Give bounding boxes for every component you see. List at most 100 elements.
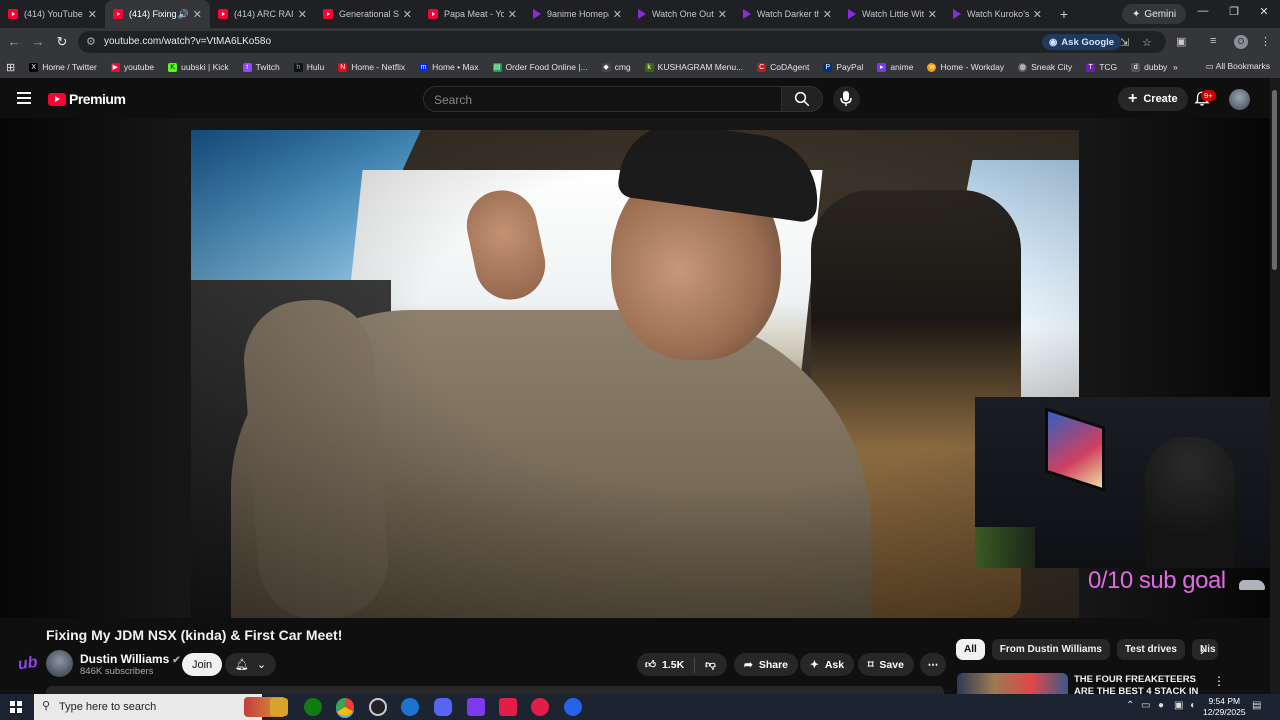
bookmark-max[interactable]: m Home • Max	[419, 62, 479, 72]
media-controls-icon[interactable]: ≡	[1210, 35, 1216, 47]
ask-google-button[interactable]: ◉ Ask Google	[1042, 34, 1122, 50]
ask-button[interactable]: ✦ Ask	[800, 653, 855, 676]
battle-net-icon[interactable]	[401, 698, 419, 716]
browser-tab[interactable]: Watch Darker th ✕	[735, 0, 840, 28]
browser-tab[interactable]: Watch Little Wit ✕	[840, 0, 945, 28]
bookmark-hulu[interactable]: h Hulu	[293, 62, 324, 72]
windows-start-icon[interactable]	[10, 701, 22, 713]
chip-all[interactable]: All	[956, 639, 985, 660]
url-text[interactable]: youtube.com/watch?v=VtMA6LKo58o	[104, 36, 271, 47]
close-tab-icon[interactable]: ✕	[613, 8, 622, 21]
close-tab-icon[interactable]: ✕	[298, 8, 307, 21]
bookmark-codagent[interactable]: C CoDAgent	[757, 62, 809, 72]
gemini-button[interactable]: ✦ Gemini	[1122, 4, 1187, 24]
bookmark-netflix[interactable]: N Home - Netflix	[338, 62, 405, 72]
taskbar-clock[interactable]: 9:54 PM 12/29/2025	[1203, 696, 1246, 718]
install-app-icon[interactable]: ⇲	[1120, 36, 1129, 49]
browser-tab[interactable]: (414) YouTube ✕	[0, 0, 105, 28]
tray-app-icon[interactable]: ▭	[1141, 700, 1150, 711]
join-button[interactable]: Join	[182, 653, 223, 676]
riot-icon[interactable]	[499, 698, 517, 716]
notifications-icon[interactable]: ▤	[1252, 700, 1261, 711]
close-tab-icon[interactable]: ✕	[718, 8, 727, 21]
like-button[interactable]: 👍︎ 1.5K	[637, 658, 684, 672]
chrome-icon[interactable]	[336, 698, 354, 716]
channel-avatar[interactable]	[46, 650, 73, 677]
discord-icon[interactable]	[434, 698, 452, 716]
close-tab-icon[interactable]: ✕	[508, 8, 517, 21]
recommendation-title[interactable]: THE FOUR FREAKETEERS ARE THE BEST 4 STAC…	[1074, 674, 1204, 694]
search-button[interactable]	[781, 86, 823, 112]
bookmark-twitter[interactable]: X Home / Twitter	[29, 62, 97, 72]
speaker-icon[interactable]: 🔊	[178, 9, 189, 20]
close-window-icon[interactable]: ✕	[1254, 5, 1274, 18]
voice-search-button[interactable]	[833, 86, 860, 112]
chrome-menu-icon[interactable]: ⋮	[1260, 35, 1271, 48]
xbox-icon[interactable]	[304, 698, 322, 716]
reload-icon[interactable]: ↻	[54, 34, 70, 50]
video-player[interactable]: 0/10 sub goal	[0, 118, 1270, 618]
chevron-right-icon[interactable]: ›	[1200, 642, 1205, 658]
close-tab-icon[interactable]: ✕	[88, 8, 97, 21]
app-icon[interactable]	[564, 698, 582, 716]
close-tab-icon[interactable]: ✕	[403, 8, 412, 21]
bookmark-workday[interactable]: w Home - Workday	[927, 62, 1004, 72]
taskbar-search-input[interactable]: ⚲ Type here to search	[34, 694, 286, 720]
new-tab-button[interactable]: +	[1050, 0, 1078, 28]
save-button[interactable]: ⌑ Save	[858, 653, 914, 676]
account-avatar[interactable]	[1229, 89, 1250, 110]
close-tab-icon[interactable]: ✕	[1033, 8, 1042, 21]
browser-tab-active[interactable]: (414) Fixing My JDM NSX🔊✕	[105, 0, 210, 28]
browser-tab[interactable]: Papa Meat - You✕	[420, 0, 525, 28]
more-actions-button[interactable]: ⋯	[920, 653, 946, 676]
bookmark-food[interactable]: ▤ Order Food Online |...	[492, 62, 588, 72]
scrollbar-thumb[interactable]	[1272, 90, 1277, 270]
bookmark-paypal[interactable]: P PayPal	[823, 62, 863, 72]
address-bar[interactable]: ⚙ youtube.com/watch?v=VtMA6LKo58o ◉ Ask G…	[78, 31, 1166, 53]
bookmark-anime[interactable]: ▸ anime	[877, 62, 913, 72]
chip-from-channel[interactable]: From Dustin Williams	[991, 639, 1110, 660]
bookmark-kushagram[interactable]: k KUSHAGRAM Menu...	[644, 62, 743, 72]
forward-icon[interactable]: →	[30, 34, 46, 50]
chip-partial[interactable]: Nis	[1192, 639, 1218, 660]
browser-tab[interactable]: (414) ARC RAIDERS✕	[210, 0, 315, 28]
side-panel-icon[interactable]: ▣	[1176, 35, 1186, 48]
recommendation-thumbnail[interactable]	[957, 673, 1068, 694]
bookmark-cmg[interactable]: ◆ cmg	[601, 62, 631, 72]
chip-test-drives[interactable]: Test drives	[1116, 639, 1185, 660]
gamepad-icon[interactable]	[467, 698, 485, 716]
bookmark-dubby[interactable]: d dubby	[1131, 62, 1167, 72]
back-icon[interactable]: ←	[6, 34, 22, 50]
dislike-button[interactable]: 👎︎	[705, 658, 716, 671]
bookmark-twitch[interactable]: t Twitch	[242, 62, 280, 72]
browser-tab[interactable]: Watch Kuroko's ✕	[945, 0, 1050, 28]
tray-overflow-icon[interactable]: ⌃	[1126, 700, 1134, 711]
browser-tab[interactable]: Generational Sc ✕	[315, 0, 420, 28]
minimize-icon[interactable]: —	[1193, 5, 1213, 17]
video-frame[interactable]	[191, 130, 1079, 618]
media-player-icon[interactable]	[531, 698, 549, 716]
browser-tab[interactable]: Watch One Outs ✕	[630, 0, 735, 28]
bookmark-kick[interactable]: Kuubski | Kick	[168, 62, 229, 72]
browser-tab[interactable]: 9anime Homepa ✕	[525, 0, 630, 28]
volume-icon[interactable]: ◖	[1189, 700, 1195, 711]
steam-icon[interactable]	[369, 698, 387, 716]
tray-mic-icon[interactable]: ●	[1158, 700, 1164, 711]
bookmark-sneak-city[interactable]: ◍ Sneak City	[1018, 62, 1072, 72]
more-bookmarks-icon[interactable]: »	[1173, 62, 1178, 72]
channel-name[interactable]: Dustin Williams ✔	[80, 652, 181, 666]
site-info-icon[interactable]: ⚙	[86, 35, 96, 48]
page-scrollbar[interactable]	[1270, 78, 1280, 694]
create-button[interactable]: + Create	[1118, 87, 1188, 111]
close-tab-icon[interactable]: ✕	[928, 8, 937, 21]
network-icon[interactable]: ▣	[1174, 700, 1183, 711]
profile-avatar[interactable]: O	[1234, 35, 1248, 49]
bookmark-youtube[interactable]: ▶ youtube	[110, 62, 154, 72]
restore-icon[interactable]: ❐	[1224, 5, 1244, 18]
menu-icon[interactable]	[17, 92, 31, 104]
close-tab-icon[interactable]: ✕	[193, 8, 202, 21]
subscribed-bell-button[interactable]: 🔔︎ ⌄	[225, 653, 276, 676]
bookmark-star-icon[interactable]: ☆	[1142, 36, 1152, 49]
search-input[interactable]: Search	[423, 86, 782, 112]
more-vert-icon[interactable]: ⋮	[1213, 674, 1225, 688]
